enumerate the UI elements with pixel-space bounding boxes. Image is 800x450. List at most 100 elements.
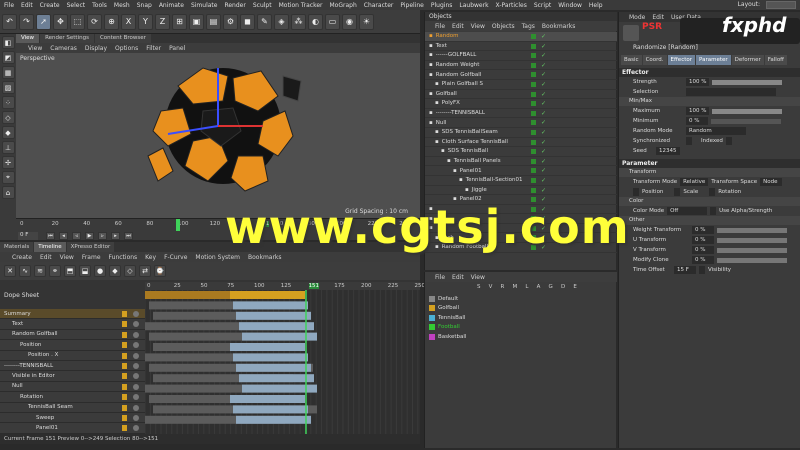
model-mode-icon[interactable]: ◩ bbox=[1, 51, 15, 64]
snap-icon[interactable]: ⌖ bbox=[1, 171, 15, 184]
object-row[interactable]: ▪ Golfball ✓ bbox=[425, 90, 617, 100]
selected-keys[interactable] bbox=[233, 405, 308, 414]
object-row[interactable]: ▪ Panel01 ✓ bbox=[425, 166, 617, 176]
object-enable-check[interactable]: ✓ bbox=[541, 148, 546, 155]
selected-keys[interactable] bbox=[236, 363, 311, 372]
object-layer-swatch[interactable] bbox=[531, 81, 536, 87]
track-mute-toggle[interactable] bbox=[133, 404, 139, 411]
axis-mode-icon[interactable]: ⊥ bbox=[1, 141, 15, 154]
minimum-field[interactable]: 0 % bbox=[686, 117, 708, 125]
texture-mode-icon[interactable]: ▦ bbox=[1, 66, 15, 79]
viewport-menu-filter[interactable]: Filter bbox=[146, 45, 161, 52]
track-mute-toggle[interactable] bbox=[133, 331, 139, 338]
make-editable-icon[interactable]: ◧ bbox=[1, 36, 15, 49]
menu-sculpt[interactable]: Sculpt bbox=[253, 2, 272, 9]
color-group[interactable]: Color bbox=[619, 197, 800, 206]
move-icon[interactable]: ✥ bbox=[53, 13, 68, 30]
tab-parameter[interactable]: Parameter bbox=[696, 55, 731, 65]
u-transform-field[interactable]: 0 % bbox=[692, 236, 714, 244]
maximum-slider[interactable] bbox=[712, 108, 783, 114]
seed-field[interactable]: 12345 bbox=[656, 147, 680, 155]
object-layer-swatch[interactable] bbox=[531, 72, 536, 78]
camera-icon[interactable]: ◉ bbox=[342, 13, 357, 30]
modify-clone-slider[interactable] bbox=[717, 257, 787, 263]
v-transform-field[interactable]: 0 % bbox=[692, 246, 714, 254]
object-row[interactable]: ▪ SDS TennisBall ✓ bbox=[425, 147, 617, 157]
tab-view[interactable]: View bbox=[16, 34, 40, 43]
layout-select[interactable] bbox=[766, 1, 796, 9]
weight-slider[interactable] bbox=[717, 227, 787, 233]
z-axis-icon[interactable]: Z bbox=[155, 13, 170, 30]
menu-render[interactable]: Render bbox=[224, 2, 245, 9]
weight-field[interactable]: 0 % bbox=[692, 226, 714, 234]
menu-plugins[interactable]: Plugins bbox=[431, 2, 453, 9]
object-menu-view[interactable]: View bbox=[471, 23, 485, 30]
tab-coord-[interactable]: Coord. bbox=[642, 55, 667, 65]
selected-keys[interactable] bbox=[230, 291, 305, 299]
tab-falloff[interactable]: Falloff bbox=[764, 55, 787, 65]
menu-mograph[interactable]: MoGraph bbox=[330, 2, 357, 9]
track-row[interactable]: Rotation bbox=[0, 392, 145, 403]
object-layer-swatch[interactable] bbox=[531, 139, 536, 145]
other-group[interactable]: Other bbox=[619, 216, 800, 225]
edges-mode-icon[interactable]: ◇ bbox=[1, 111, 15, 124]
object-layer-swatch[interactable] bbox=[531, 177, 536, 183]
menu-select[interactable]: Select bbox=[67, 2, 86, 9]
object-layer-swatch[interactable] bbox=[531, 149, 536, 155]
strength-slider[interactable] bbox=[712, 79, 783, 85]
track-mute-toggle[interactable] bbox=[133, 373, 139, 380]
track-mute-toggle[interactable] bbox=[133, 311, 139, 317]
use-alpha-checkbox[interactable] bbox=[710, 207, 717, 215]
workplane-icon[interactable]: ▨ bbox=[1, 81, 15, 94]
position-checkbox[interactable] bbox=[633, 188, 639, 196]
tab-content-browser[interactable]: Content Browser bbox=[94, 34, 151, 43]
minmax-group[interactable]: Min/Max bbox=[619, 97, 800, 106]
object-row[interactable]: ▪ Plain Golfball S ✓ bbox=[425, 80, 617, 90]
tab-materials[interactable]: Materials bbox=[0, 242, 34, 252]
object-enable-check[interactable]: ✓ bbox=[541, 81, 546, 88]
pen-icon[interactable]: ✎ bbox=[257, 13, 272, 30]
x-axis-icon[interactable]: X bbox=[121, 13, 136, 30]
key-delete-icon[interactable]: ◇ bbox=[124, 265, 136, 277]
track-row[interactable]: Summary bbox=[0, 309, 145, 320]
track-row[interactable]: Sweep bbox=[0, 412, 145, 424]
selected-keys[interactable] bbox=[236, 415, 311, 424]
timeline-menu-create[interactable]: Create bbox=[12, 254, 32, 261]
menu-edit[interactable]: Edit bbox=[21, 2, 33, 9]
object-layer-swatch[interactable] bbox=[531, 168, 536, 174]
track-mute-toggle[interactable] bbox=[133, 342, 139, 349]
timeline-menu-view[interactable]: View bbox=[60, 254, 74, 261]
polygons-mode-icon[interactable]: ◆ bbox=[1, 126, 15, 139]
transform-mode-select[interactable]: Relative bbox=[680, 178, 709, 186]
menu-create[interactable]: Create bbox=[40, 2, 60, 9]
selection-field[interactable] bbox=[686, 88, 776, 96]
coord-system-icon[interactable]: ⊞ bbox=[172, 13, 187, 30]
object-layer-swatch[interactable] bbox=[531, 34, 536, 39]
object-layer-swatch[interactable] bbox=[531, 53, 536, 59]
render-view-icon[interactable]: ▣ bbox=[189, 13, 204, 30]
track-mute-toggle[interactable] bbox=[133, 383, 139, 390]
track-row[interactable]: Panel01 bbox=[0, 423, 145, 434]
v-transform-slider[interactable] bbox=[717, 247, 787, 253]
tab-xpresso[interactable]: XPresso Editor bbox=[66, 242, 115, 252]
object-layer-swatch[interactable] bbox=[531, 158, 536, 164]
object-layer-swatch[interactable] bbox=[531, 187, 536, 193]
time-offset-field[interactable]: 15 F bbox=[674, 266, 696, 274]
object-enable-check[interactable]: ✓ bbox=[541, 177, 546, 184]
object-enable-check[interactable]: ✓ bbox=[541, 158, 546, 165]
visibility-checkbox[interactable] bbox=[699, 266, 705, 274]
next-frame-icon[interactable]: ▹ bbox=[98, 231, 107, 240]
object-menu-bookmarks[interactable]: Bookmarks bbox=[542, 23, 576, 30]
selected-keys[interactable] bbox=[236, 311, 311, 320]
attribute-menu-edit[interactable]: Edit bbox=[652, 14, 664, 21]
synchronized-checkbox[interactable] bbox=[686, 137, 692, 145]
record-icon[interactable]: ● bbox=[94, 265, 106, 277]
key-mode-icon[interactable]: ✕ bbox=[4, 265, 16, 277]
viewport-menu-display[interactable]: Display bbox=[85, 45, 107, 52]
object-layer-swatch[interactable] bbox=[531, 129, 536, 135]
object-row[interactable]: ▪ Random Golfball ✓ bbox=[425, 70, 617, 80]
minimum-slider[interactable] bbox=[711, 118, 781, 124]
timeline-menu-functions[interactable]: Functions bbox=[109, 254, 138, 261]
strength-field[interactable]: 100 % bbox=[686, 78, 710, 86]
timeline-menu-motion-system[interactable]: Motion System bbox=[195, 254, 240, 261]
